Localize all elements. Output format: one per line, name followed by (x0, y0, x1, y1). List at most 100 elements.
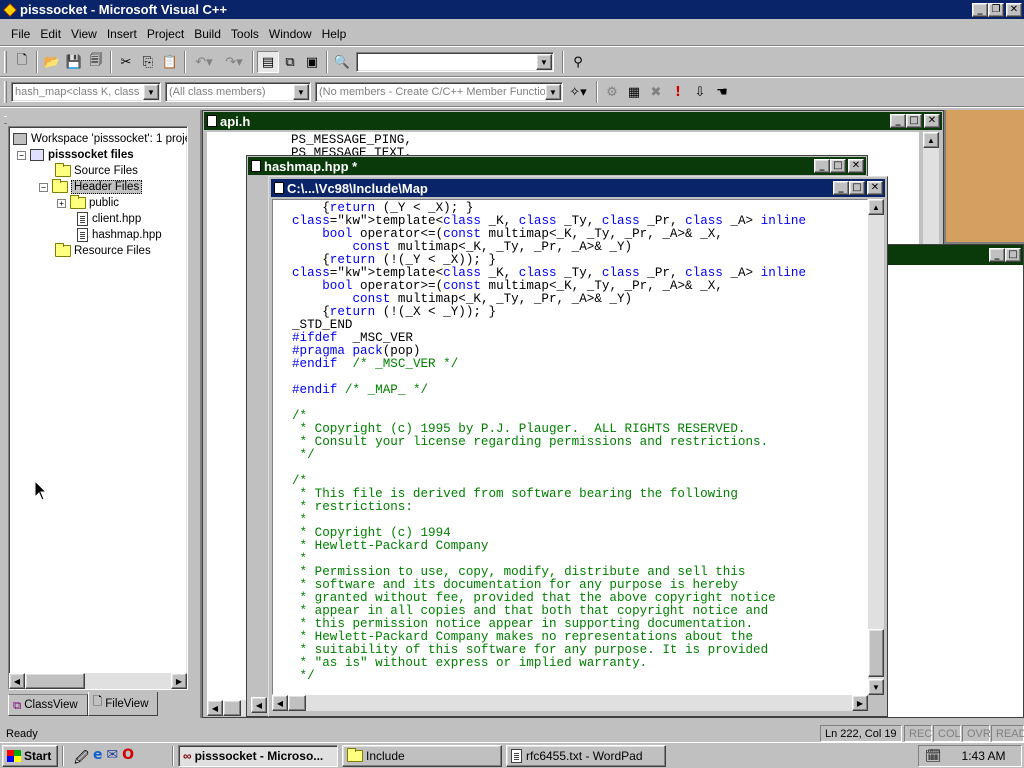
redo-icon[interactable]: ↷▾ (219, 51, 249, 73)
window-title-bar[interactable]: _ □ (881, 245, 1023, 265)
tab-classview[interactable]: ⧉ ClassView (8, 694, 88, 716)
menu-help[interactable]: Help (317, 24, 352, 44)
window-title-bar[interactable]: api.h _ □ ✕ (204, 112, 942, 130)
scroll-thumb[interactable] (288, 695, 306, 711)
expand-icon[interactable]: + (57, 198, 66, 208)
menu-edit[interactable]: Edit (35, 24, 66, 44)
close-button[interactable]: ✕ (1006, 2, 1022, 17)
save-all-icon[interactable]: 🗐 (85, 51, 107, 73)
tab-fileview[interactable]: 🗋 FileView (88, 692, 158, 716)
build-icon[interactable]: ▦ (623, 81, 645, 103)
horizontal-scrollbar[interactable]: ◀ ▶ (9, 673, 187, 689)
task-include[interactable]: Include (342, 745, 502, 767)
window-list-icon[interactable]: ▣ (301, 51, 323, 73)
wizard-action-icon[interactable]: ✧▾ (563, 81, 593, 103)
menu-file[interactable]: File (6, 24, 35, 44)
app-title-bar[interactable]: pisssocket - Microsoft Visual C++ _ ❐ ✕ (0, 0, 1024, 19)
minimize-button[interactable]: _ (972, 2, 988, 17)
scroll-down-icon[interactable]: ▼ (868, 679, 884, 695)
go-icon[interactable]: ⇩ (689, 81, 711, 103)
tree-item-header-files[interactable]: − Header Files (39, 179, 143, 195)
minimize-button[interactable]: _ (814, 159, 830, 173)
chevron-down-icon[interactable]: ▼ (536, 54, 552, 70)
collapse-icon[interactable]: − (39, 182, 48, 192)
chevron-down-icon[interactable]: ▼ (143, 84, 159, 100)
task-wordpad[interactable]: rfc6455.txt - WordPad (506, 745, 666, 767)
filter-combo[interactable]: (All class members) ▼ (165, 82, 311, 102)
scroll-left-icon[interactable]: ◀ (251, 697, 267, 713)
window-title-bar[interactable]: C:\...\Vc98\Include\Map _ □ ✕ (271, 179, 885, 197)
tree-item-public[interactable]: + public (57, 195, 119, 211)
tree-item-hashmap-hpp[interactable]: hashmap.hpp (77, 227, 162, 243)
workspace-tree[interactable]: Workspace 'pisssocket': 1 proje − pissso… (8, 126, 188, 690)
maximize-button[interactable]: □ (849, 181, 865, 195)
task-visual-cpp[interactable]: ∞ pisssocket - Microso... (178, 745, 338, 767)
restore-button[interactable]: ❐ (988, 2, 1004, 17)
scroll-thumb[interactable] (25, 673, 85, 689)
scroll-up-icon[interactable]: ▲ (868, 199, 884, 215)
menu-project[interactable]: Project (142, 24, 189, 44)
tree-item-source-files[interactable]: Source Files (55, 163, 138, 179)
menu-window[interactable]: Window (264, 24, 317, 44)
minimize-button[interactable]: _ (989, 248, 1005, 262)
menu-insert[interactable]: Insert (102, 24, 142, 44)
breakpoint-hand-icon[interactable]: ☚ (711, 81, 733, 103)
show-desktop-icon[interactable]: 🖉 (74, 747, 89, 768)
output-window-icon[interactable]: ⧉ (279, 51, 301, 73)
workspace-toggle-icon[interactable]: ▤ (257, 51, 279, 73)
scroll-left-icon[interactable]: ◀ (207, 700, 223, 716)
find-combo[interactable]: ▼ (356, 52, 554, 72)
internet-explorer-icon[interactable]: e (93, 747, 103, 768)
scroll-right-icon[interactable]: ▶ (171, 673, 187, 689)
panel-grip[interactable] (4, 116, 7, 124)
close-button[interactable]: ✕ (848, 159, 864, 173)
menu-build[interactable]: Build (189, 24, 226, 44)
toolbar-grip[interactable] (4, 51, 7, 73)
menu-view[interactable]: View (66, 24, 102, 44)
opera-icon[interactable]: O (122, 747, 134, 768)
tree-item-client-hpp[interactable]: client.hpp (77, 211, 141, 227)
open-folder-icon[interactable]: 📂 (41, 51, 63, 73)
clock[interactable]: 1:43 AM (962, 749, 1006, 763)
close-button[interactable]: ✕ (867, 181, 883, 195)
paste-icon[interactable]: 📋 (159, 51, 181, 73)
stop-build-icon[interactable]: ✖ (645, 81, 667, 103)
scheduler-icon[interactable]: 🗓 (925, 749, 942, 764)
undo-icon[interactable]: ↶▾ (189, 51, 219, 73)
collapse-icon[interactable]: − (17, 150, 26, 160)
tree-item-resource-files[interactable]: Resource Files (55, 243, 151, 259)
scroll-left-icon[interactable]: ◀ (272, 695, 288, 711)
scroll-left-icon[interactable]: ◀ (9, 673, 25, 689)
window-title-bar[interactable]: hashmap.hpp * _ □ ✕ (248, 157, 866, 175)
members-combo[interactable]: (No members - Create C/C++ Member Functi… (315, 82, 563, 102)
compile-icon[interactable]: ⚙ (601, 81, 623, 103)
scroll-thumb[interactable] (223, 700, 241, 716)
tree-item-project[interactable]: − pisssocket files (17, 147, 134, 163)
toolbar-grip[interactable] (4, 81, 7, 103)
code-editor[interactable]: {return (_Y < _X); } class="kw">template… (272, 199, 868, 695)
tree-item-workspace[interactable]: Workspace 'pisssocket': 1 proje (13, 131, 187, 147)
minimize-button[interactable]: _ (890, 114, 906, 128)
scroll-right-icon[interactable]: ▶ (852, 695, 868, 711)
cut-icon[interactable]: ✂ (115, 51, 137, 73)
class-combo[interactable]: hash_map<class K, class V ▼ (11, 82, 161, 102)
chevron-down-icon[interactable]: ▼ (545, 84, 561, 100)
scroll-thumb[interactable] (868, 629, 884, 677)
start-button[interactable]: Start (2, 745, 58, 767)
new-file-icon[interactable]: 🗋 (11, 51, 33, 73)
binoculars-icon[interactable]: ⚲ (567, 51, 589, 73)
execute-icon[interactable]: ! (667, 81, 689, 103)
copy-icon[interactable]: ⎘ (137, 51, 159, 73)
minimize-button[interactable]: _ (833, 181, 849, 195)
outlook-express-icon[interactable]: ✉ (106, 747, 118, 768)
close-button[interactable]: ✕ (924, 114, 940, 128)
horizontal-scrollbar[interactable]: ◀ ▶ (272, 695, 868, 711)
maximize-button[interactable]: □ (906, 114, 922, 128)
vertical-scrollbar[interactable]: ▲ ▼ (868, 199, 884, 695)
chevron-down-icon[interactable]: ▼ (293, 84, 309, 100)
maximize-button[interactable]: □ (1005, 248, 1021, 262)
menu-tools[interactable]: Tools (226, 24, 264, 44)
find-in-files-icon[interactable]: 🔍 (331, 51, 353, 73)
save-icon[interactable]: 💾 (63, 51, 85, 73)
maximize-button[interactable]: □ (830, 159, 846, 173)
